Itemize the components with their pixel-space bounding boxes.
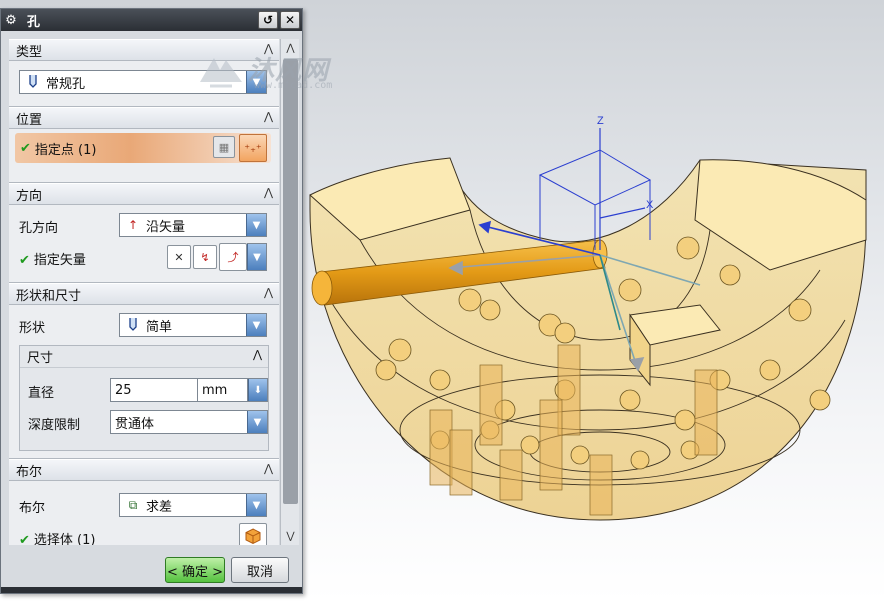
dimensions-subpanel: 尺寸 ⋀ 直径 25 mm ⬇ 深度限制 贯通体 ▼ xyxy=(19,345,269,451)
dialog-bottom-strip xyxy=(1,587,302,593)
checkmark-icon: ✔ xyxy=(19,533,30,545)
specify-point-label: 指定点 (1) xyxy=(34,142,97,158)
shape-select[interactable]: 简单 ▼ xyxy=(119,313,267,337)
vector-dialog-icon[interactable]: ↯ xyxy=(193,245,217,269)
reverse-direction-icon[interactable]: ✕ xyxy=(167,245,191,269)
section-body-shape: 形状 简单 ▼ 尺寸 ⋀ 直径 25 mm ⬇ 深度限制 贯通体 ▼ xyxy=(9,305,279,459)
dropdown-arrow-icon[interactable]: ▼ xyxy=(247,244,266,270)
collapse-chevron-icon[interactable]: ⋀ xyxy=(264,110,273,123)
close-button[interactable]: ✕ xyxy=(280,11,300,29)
scroll-down-arrow-icon[interactable]: ⋁ xyxy=(281,527,300,545)
reset-button[interactable]: ↺ xyxy=(258,11,278,29)
section-title-shape: 形状和尺寸 xyxy=(16,288,82,304)
diameter-label: 直径 xyxy=(28,386,55,401)
checkmark-icon: ✔ xyxy=(19,253,30,268)
depth-limit-value: 贯通体 xyxy=(115,416,155,432)
watermark-logo-icon xyxy=(200,58,242,88)
collapse-chevron-icon[interactable]: ⋀ xyxy=(264,462,273,475)
section-header-shape[interactable]: 形状和尺寸 ⋀ xyxy=(9,283,279,305)
section-title-direction: 方向 xyxy=(16,188,43,204)
dialog-footer: < 确定 > 取消 xyxy=(1,545,302,593)
section-header-boolean[interactable]: 布尔 ⋀ xyxy=(9,459,279,481)
collapse-chevron-icon[interactable]: ⋀ xyxy=(253,348,262,361)
bowl-shell[interactable] xyxy=(309,157,867,521)
scrollbar-thumb[interactable] xyxy=(283,59,298,504)
ok-button[interactable]: < 确定 > xyxy=(165,557,225,583)
section-header-direction[interactable]: 方向 ⋀ xyxy=(9,183,279,205)
section-header-position[interactable]: 位置 ⋀ xyxy=(9,107,279,129)
dropdown-arrow-icon[interactable]: ▼ xyxy=(246,214,266,236)
section-body-direction: 孔方向 ↑ 沿矢量 ▼ ✔ 指定矢量 ✕ ↯ ⤴ ▼ xyxy=(9,205,279,283)
vector-type-dropdown[interactable]: ▼ xyxy=(247,243,267,271)
watermark-url: www.mfcad.com xyxy=(254,80,333,91)
shape-label: 形状 xyxy=(19,321,46,336)
hole-direction-value: 沿矢量 xyxy=(146,219,186,235)
cancel-button[interactable]: 取消 xyxy=(231,557,289,583)
section-body-position: ✔ 指定点 (1) ▦ ⁺₊⁺ xyxy=(9,129,279,183)
dimensions-header[interactable]: 尺寸 ⋀ xyxy=(20,346,268,368)
vector-arrow-icon: ↑ xyxy=(127,218,139,232)
dropdown-arrow-icon[interactable]: ▼ xyxy=(246,314,266,336)
depth-limit-select[interactable]: 贯通体 ▼ xyxy=(110,410,268,434)
depth-limit-label: 深度限制 xyxy=(28,418,81,433)
dialog-titlebar: ⚙ 孔 ↺ ✕ xyxy=(1,9,302,31)
model-viewport[interactable]: Z X xyxy=(300,100,884,540)
axis-x-label: X xyxy=(646,199,654,211)
dialog-title: 孔 xyxy=(27,14,41,30)
axis-z-label: Z xyxy=(597,115,604,127)
specify-vector-label: 指定矢量 xyxy=(33,253,86,268)
dialog-content: 类型 ⋀ 常规孔 ▼ 位置 ⋀ ✔ 指定点 (1) ▦ ⁺₊⁺ 方向 ⋀ 孔方向… xyxy=(9,39,279,545)
watermark: 沐风网 www.mfcad.com xyxy=(196,50,366,96)
dialog-scrollbar[interactable]: ⋀ ⋁ xyxy=(280,39,299,545)
select-body-row: ✔ 选择体 (1) xyxy=(19,529,95,545)
sketch-section-icon[interactable]: ▦ xyxy=(213,136,235,158)
hole-direction-select[interactable]: ↑ 沿矢量 ▼ xyxy=(119,213,267,237)
specify-vector-row: ✔ 指定矢量 xyxy=(19,249,86,268)
shape-value: 简单 xyxy=(146,319,173,335)
boolean-subtract-icon: ⧉ xyxy=(128,497,138,512)
diameter-input[interactable]: 25 xyxy=(110,378,198,402)
dimensions-title: 尺寸 xyxy=(27,351,54,366)
section-body-boolean: 布尔 ⧉ 求差 ▼ ✔ 选择体 (1) xyxy=(9,481,279,545)
gear-icon[interactable]: ⚙ xyxy=(1,9,21,31)
drill-hole-icon xyxy=(24,74,42,91)
boolean-select[interactable]: ⧉ 求差 ▼ xyxy=(119,493,267,517)
diameter-unit: mm xyxy=(198,378,248,402)
diameter-options-dropdown[interactable]: ⬇ xyxy=(248,378,268,402)
inferred-vector-icon[interactable]: ⤴ xyxy=(219,243,247,271)
select-body-label: 选择体 (1) xyxy=(33,533,96,545)
section-title-position: 位置 xyxy=(16,112,43,128)
collapse-chevron-icon[interactable]: ⋀ xyxy=(264,186,273,199)
dropdown-arrow-icon[interactable]: ▼ xyxy=(246,494,266,516)
section-title-type: 类型 xyxy=(16,44,43,60)
boolean-value: 求差 xyxy=(146,499,173,515)
section-title-boolean: 布尔 xyxy=(16,464,43,480)
boolean-label: 布尔 xyxy=(19,501,46,516)
checkmark-icon: ✔ xyxy=(20,140,31,156)
down-arrow-icon[interactable]: ⬇ xyxy=(248,379,267,401)
hole-direction-label: 孔方向 xyxy=(19,221,59,236)
point-constructor-icon[interactable]: ⁺₊⁺ xyxy=(239,134,267,162)
hole-shape-icon xyxy=(124,317,142,334)
solid-body-icon[interactable] xyxy=(239,523,267,545)
dropdown-arrow-icon[interactable]: ▼ xyxy=(247,411,267,433)
collapse-chevron-icon[interactable]: ⋀ xyxy=(264,286,273,299)
